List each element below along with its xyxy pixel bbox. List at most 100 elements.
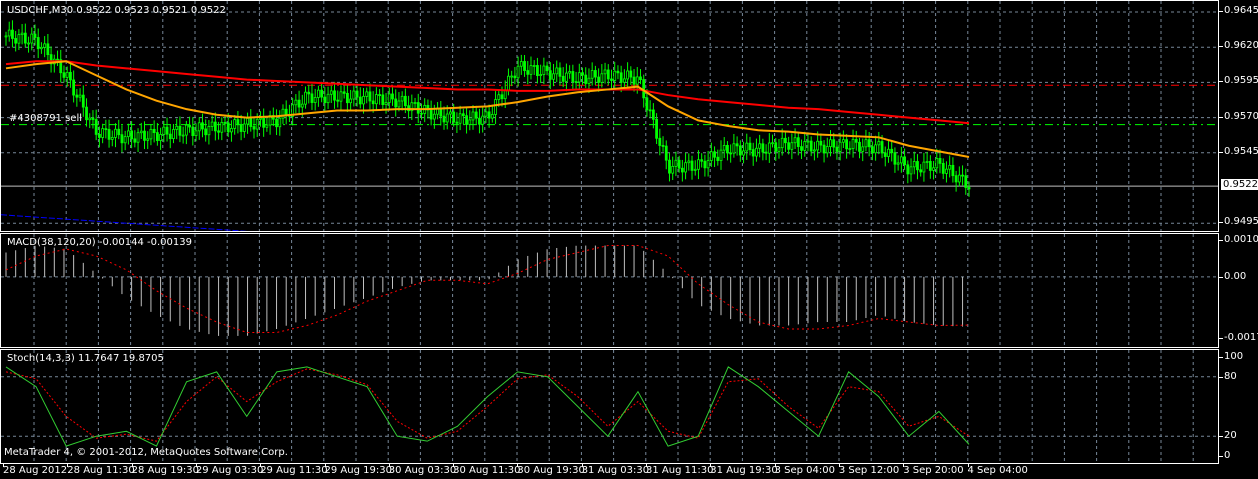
candle-body	[420, 112, 423, 115]
candle-body	[610, 78, 613, 81]
candle-body	[906, 164, 910, 175]
candle-body	[581, 72, 584, 76]
candle-body	[207, 125, 211, 136]
axis-tick	[1219, 81, 1223, 83]
candle-body	[46, 43, 50, 56]
candle-body	[761, 143, 765, 153]
candle-body	[494, 99, 497, 115]
candle-body	[771, 142, 774, 145]
candle-body	[668, 159, 671, 174]
candle-body	[951, 164, 955, 177]
candle-body	[239, 124, 243, 132]
candle-body	[413, 102, 417, 104]
symbol-info: USDCHF,M30 0.9522 0.9523 0.9521 0.9522	[7, 5, 226, 16]
candle-body	[342, 91, 346, 94]
stochastic-panel[interactable]: Stoch(14,3,3) 11.7647 19.8705 MetaTrader…	[0, 349, 1219, 464]
date-axis-label: 31 Aug 11:30	[646, 465, 714, 476]
candle-body	[259, 117, 262, 120]
candle-body	[829, 139, 832, 148]
candle-body	[313, 97, 317, 103]
candle-body	[197, 122, 201, 132]
candle-body	[816, 140, 820, 151]
candle-body	[162, 126, 166, 135]
date-axis-label: 28 Aug 2012	[3, 465, 68, 476]
macd-title: MACD(38,120,20) -0.00144 -0.00139	[7, 237, 192, 248]
candle-body	[72, 79, 76, 96]
axis-tick	[1219, 376, 1223, 378]
candle-body	[784, 137, 787, 144]
candle-body	[188, 124, 191, 128]
candle-body	[114, 128, 117, 138]
candle-body	[165, 126, 169, 135]
candle-body	[571, 71, 575, 82]
candle-body	[226, 122, 230, 133]
candle-body	[117, 128, 121, 136]
candle-body	[558, 67, 562, 77]
price-axis-label: 0.9595	[1224, 75, 1258, 87]
candle-body	[365, 91, 369, 97]
candle-body	[98, 133, 101, 138]
candle-body	[651, 109, 655, 120]
candle-body	[94, 119, 98, 135]
candle-body	[468, 119, 472, 125]
candle-body	[845, 139, 849, 150]
candle-body	[81, 94, 85, 108]
candle-body	[874, 144, 877, 154]
candle-body	[716, 156, 720, 161]
candle-body	[854, 139, 858, 143]
candle-body	[967, 187, 971, 190]
current-price-marker: 0.9522	[1221, 179, 1258, 190]
order-label: #4308791 sell	[9, 113, 83, 124]
price-chart-canvas	[1, 1, 1218, 231]
candle-body	[674, 159, 678, 167]
candle-body	[416, 102, 420, 114]
candle-body	[362, 96, 365, 105]
price-axis-label: 0.9545	[1224, 145, 1258, 157]
candle-body	[384, 102, 388, 106]
candle-body	[14, 38, 18, 44]
candle-body	[387, 93, 391, 103]
candle-body	[69, 71, 72, 81]
candle-body	[152, 128, 156, 134]
candle-body	[220, 122, 224, 133]
candle-body	[326, 93, 330, 104]
candle-body	[133, 138, 137, 143]
candle-body	[909, 166, 913, 175]
candle-body	[732, 143, 736, 154]
candle-body	[870, 146, 874, 154]
candle-body	[333, 90, 336, 101]
candle-body	[709, 151, 713, 161]
axis-tick	[1219, 222, 1223, 224]
candle-body	[700, 159, 704, 162]
price-axis-label: 0.9495	[1224, 216, 1258, 228]
candle-body	[774, 142, 778, 152]
axis-tick	[1219, 338, 1223, 339]
candle-body	[577, 72, 581, 83]
date-axis-label: 3 Sep 20:00	[903, 465, 964, 476]
stoch-main-line	[5, 366, 970, 447]
candle-body	[916, 161, 919, 171]
candle-body	[336, 99, 340, 102]
candle-body	[397, 100, 401, 108]
macd-panel[interactable]: MACD(38,120,20) -0.00144 -0.00139	[0, 233, 1219, 348]
candle-body	[542, 65, 546, 75]
candle-body	[323, 96, 327, 104]
candle-body	[777, 147, 781, 152]
candle-body	[62, 72, 66, 78]
candle-body	[120, 134, 124, 144]
candle-body	[555, 67, 559, 75]
candle-body	[75, 94, 79, 98]
candle-body	[159, 134, 162, 141]
candle-body	[352, 90, 356, 100]
stoch-axis-label: 0	[1224, 450, 1231, 461]
candle-body	[358, 96, 362, 105]
candle-body	[796, 137, 800, 148]
candle-body	[925, 161, 929, 163]
candle-body	[780, 137, 784, 149]
candle-body	[864, 139, 868, 148]
price-chart-panel[interactable]: USDCHF,M30 0.9522 0.9523 0.9521 0.9522 #…	[0, 0, 1219, 232]
candle-body	[516, 65, 520, 79]
candle-body	[304, 91, 307, 105]
candle-body	[519, 61, 523, 67]
candle-body	[143, 130, 146, 141]
